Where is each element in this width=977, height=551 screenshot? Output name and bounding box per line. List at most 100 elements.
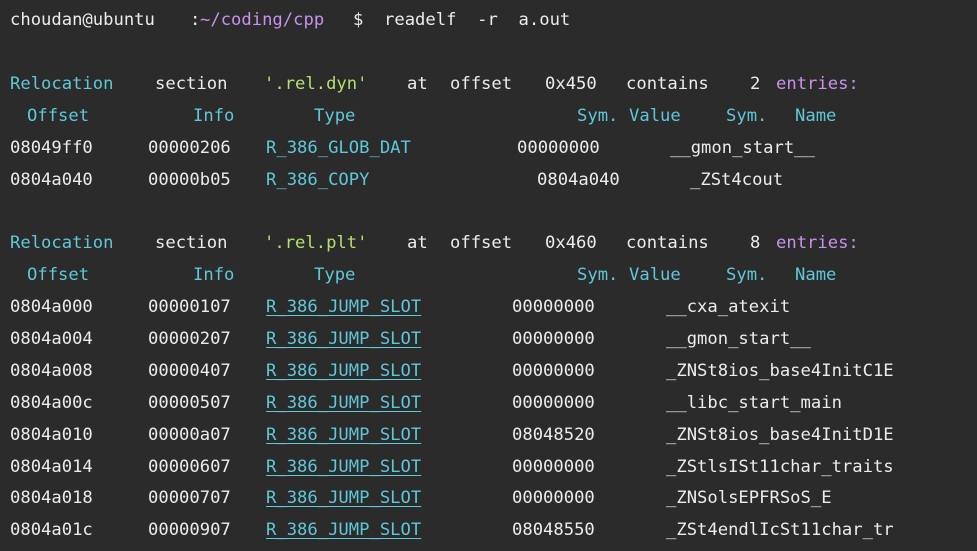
column-sym-name-b: Name <box>795 106 837 126</box>
row-sym-name: _ZStlsISt11char_traits <box>666 457 894 477</box>
row-info: 00000507 <box>148 393 231 413</box>
column-sym-name-a: Sym. <box>726 265 768 285</box>
row-info: 00000107 <box>148 297 231 317</box>
table-row: 08049ff0 00000206 R_386_GLOB_DAT 0000000… <box>10 132 815 164</box>
column-headers: Offset Info Type Sym. Value Sym. Name <box>10 100 836 132</box>
row-sym-name: _ZNSolsEPFRSoS_E <box>666 488 832 508</box>
row-type: R_386_JUMP_SLOT <box>266 297 422 317</box>
table-row: 0804a008 00000407 R_386_JUMP_SLOT 000000… <box>10 355 894 387</box>
row-type: R_386_JUMP_SLOT <box>266 425 422 445</box>
row-sym-name: _ZSt4cout <box>690 170 784 190</box>
column-type: Type <box>314 265 356 285</box>
column-sym-name-b: Name <box>795 265 837 285</box>
column-offset: Offset <box>27 106 90 126</box>
header-word-entries: entries: <box>776 74 859 94</box>
row-sym-value: 00000000 <box>512 297 595 317</box>
column-sym-name-a: Sym. <box>726 106 768 126</box>
section-header: Relocation section '.rel.plt' at offset … <box>10 227 859 259</box>
command-prompt-line: choudan@ubuntu : ~/coding/cpp $ readelf … <box>10 4 570 36</box>
row-offset: 0804a014 <box>10 457 93 477</box>
row-offset: 0804a00c <box>10 393 93 413</box>
table-row: 0804a004 00000207 R_386_JUMP_SLOT 000000… <box>10 323 811 355</box>
column-sym-value-b: Value <box>629 265 681 285</box>
header-word-contains: contains <box>626 74 709 94</box>
row-info: 00000607 <box>148 457 231 477</box>
column-info: Info <box>193 265 235 285</box>
row-type: R_386_JUMP_SLOT <box>266 520 422 540</box>
table-row: 0804a040 00000b05 R_386_COPY 0804a040 _Z… <box>10 164 783 196</box>
row-sym-name: __cxa_atexit <box>666 297 791 317</box>
column-sym-value-a: Sym. <box>577 106 619 126</box>
column-type: Type <box>314 106 356 126</box>
row-sym-value: 00000000 <box>517 138 600 158</box>
row-info: 00000207 <box>148 329 231 349</box>
column-sym-value-b: Value <box>629 106 681 126</box>
row-sym-value: 00000000 <box>512 457 595 477</box>
table-row: 0804a018 00000707 R_386_JUMP_SLOT 000000… <box>10 482 832 514</box>
row-sym-value: 08048550 <box>512 520 595 540</box>
row-offset: 0804a040 <box>10 170 93 190</box>
row-offset: 0804a008 <box>10 361 93 381</box>
table-row: 0804a014 00000607 R_386_JUMP_SLOT 000000… <box>10 451 894 483</box>
prompt-symbol: $ <box>353 10 364 30</box>
row-info: 00000907 <box>148 520 231 540</box>
row-sym-name: _ZNSt8ios_base4InitD1E <box>666 425 894 445</box>
prompt-path: ~/coding/cpp <box>200 10 325 30</box>
section-header: Relocation section '.rel.dyn' at offset … <box>10 68 859 100</box>
entry-count: 2 <box>750 74 761 94</box>
section-name: '.rel.dyn' <box>264 74 368 94</box>
section-offset: 0x460 <box>545 233 597 253</box>
column-headers: Offset Info Type Sym. Value Sym. Name <box>10 259 836 291</box>
row-sym-name: __gmon_start__ <box>670 138 815 158</box>
header-word-relocation: Relocation <box>10 233 114 253</box>
row-sym-value: 00000000 <box>512 329 595 349</box>
header-word-at: at <box>407 74 428 94</box>
row-type: R_386_JUMP_SLOT <box>266 393 422 413</box>
row-offset: 0804a000 <box>10 297 93 317</box>
row-sym-value: 08048520 <box>512 425 595 445</box>
row-offset: 0804a004 <box>10 329 93 349</box>
column-info: Info <box>193 106 235 126</box>
row-type: R_386_JUMP_SLOT <box>266 329 422 349</box>
row-sym-name: __libc_start_main <box>666 393 842 413</box>
section-name: '.rel.plt' <box>264 233 368 253</box>
row-type: R_386_GLOB_DAT <box>266 138 411 158</box>
row-type: R_386_JUMP_SLOT <box>266 457 422 477</box>
header-word-section: section <box>155 233 228 253</box>
row-type: R_386_COPY <box>266 170 370 190</box>
row-sym-name: __gmon_start__ <box>666 329 811 349</box>
row-info: 00000b05 <box>148 170 231 190</box>
row-offset: 0804a018 <box>10 488 93 508</box>
row-offset: 0804a01c <box>10 520 93 540</box>
table-row: 0804a00c 00000507 R_386_JUMP_SLOT 000000… <box>10 387 842 419</box>
row-info: 00000407 <box>148 361 231 381</box>
row-sym-name: _ZSt4endlIcSt11char_tr <box>666 520 894 540</box>
row-sym-name: _ZNSt8ios_base4InitC1E <box>666 361 894 381</box>
header-word-offset: offset <box>450 74 513 94</box>
terminal-window[interactable]: choudan@ubuntu : ~/coding/cpp $ readelf … <box>0 0 977 551</box>
section-offset: 0x450 <box>545 74 597 94</box>
column-sym-value-a: Sym. <box>577 265 619 285</box>
prompt-user-host: choudan@ubuntu <box>10 10 155 30</box>
row-info: 00000a07 <box>148 425 231 445</box>
table-row: 0804a01c 00000907 R_386_JUMP_SLOT 080485… <box>10 514 894 546</box>
prompt-separator: : <box>190 10 201 30</box>
header-word-offset: offset <box>450 233 513 253</box>
row-sym-value: 00000000 <box>512 488 595 508</box>
command-text: readelf -r a.out <box>384 10 571 30</box>
row-sym-value: 00000000 <box>512 361 595 381</box>
row-sym-value: 0804a040 <box>537 170 620 190</box>
header-word-relocation: Relocation <box>10 74 114 94</box>
row-info: 00000707 <box>148 488 231 508</box>
column-offset: Offset <box>27 265 90 285</box>
table-row: 0804a000 00000107 R_386_JUMP_SLOT 000000… <box>10 291 790 323</box>
header-word-contains: contains <box>626 233 709 253</box>
header-word-section: section <box>155 74 228 94</box>
row-type: R_386_JUMP_SLOT <box>266 488 422 508</box>
row-offset: 0804a010 <box>10 425 93 445</box>
row-sym-value: 00000000 <box>512 393 595 413</box>
row-info: 00000206 <box>148 138 231 158</box>
header-word-at: at <box>407 233 428 253</box>
header-word-entries: entries: <box>776 233 859 253</box>
row-offset: 08049ff0 <box>10 138 93 158</box>
